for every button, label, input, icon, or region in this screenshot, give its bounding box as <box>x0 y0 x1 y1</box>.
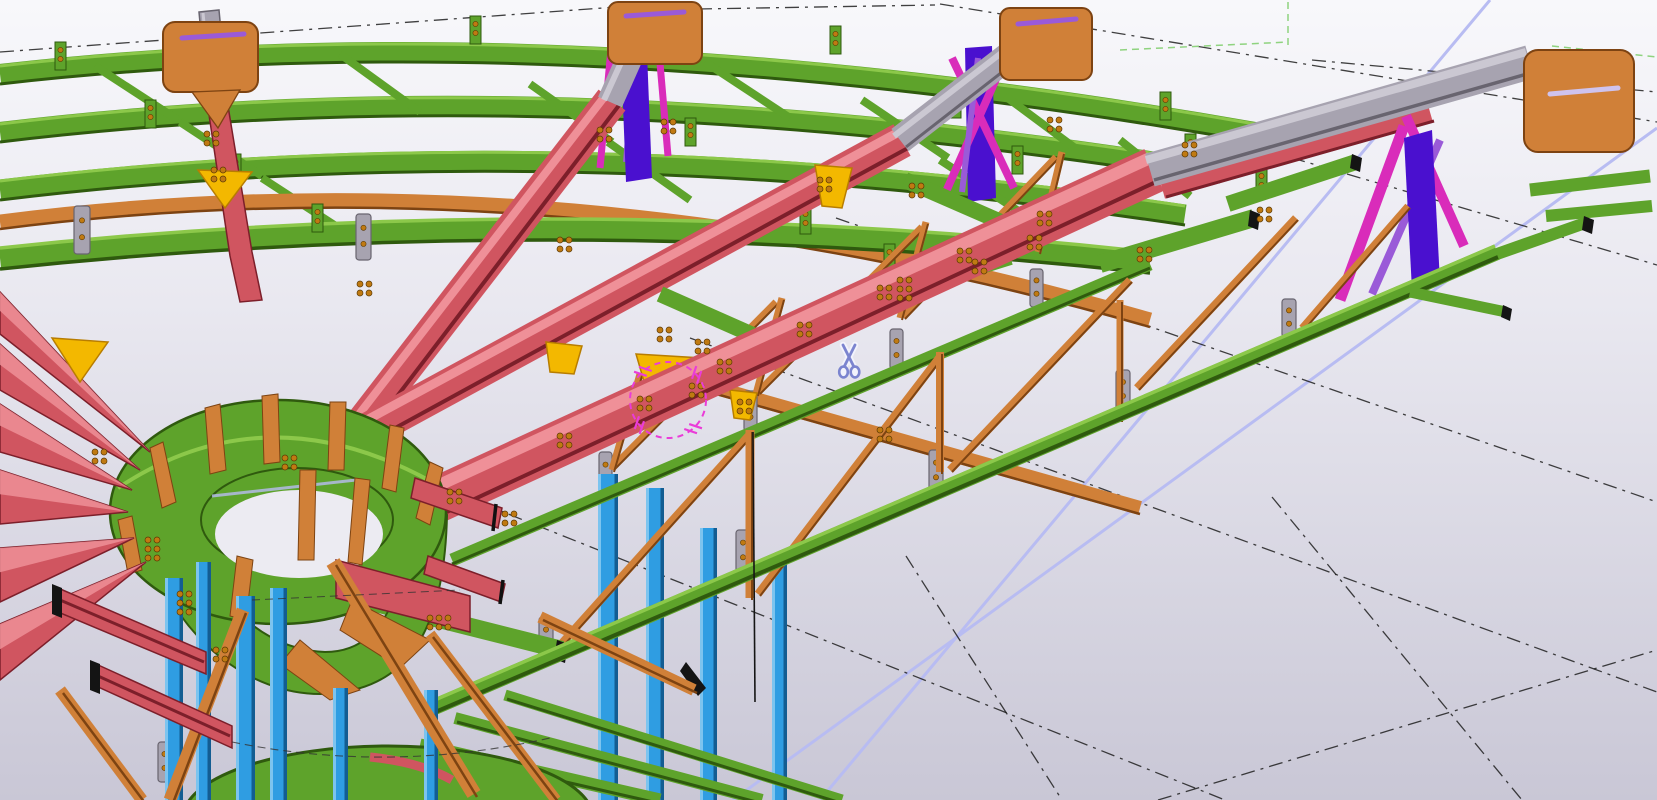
purlin-stub-post[interactable] <box>1159 91 1172 121</box>
purlin-stub-post[interactable] <box>829 25 842 55</box>
purlin-stub-post[interactable] <box>1011 145 1024 175</box>
splice-plate[interactable] <box>1029 268 1044 308</box>
model-viewport[interactable] <box>0 0 1657 800</box>
model-canvas[interactable] <box>0 0 1657 800</box>
column-blue[interactable] <box>333 688 348 800</box>
end-plate[interactable] <box>1523 49 1635 153</box>
end-plate[interactable] <box>607 1 703 65</box>
column-blue[interactable] <box>196 562 211 800</box>
column-blue[interactable] <box>772 562 787 800</box>
splice-plate[interactable] <box>73 205 91 255</box>
column-blue[interactable] <box>270 588 287 800</box>
purlin-stub-post[interactable] <box>54 41 67 71</box>
purlin-stub-post[interactable] <box>684 117 697 147</box>
purlin-stub-post[interactable] <box>144 99 157 129</box>
purlin-stub-post[interactable] <box>469 15 482 45</box>
splice-plate[interactable] <box>355 213 372 261</box>
purlin-stub-post[interactable] <box>311 203 324 233</box>
